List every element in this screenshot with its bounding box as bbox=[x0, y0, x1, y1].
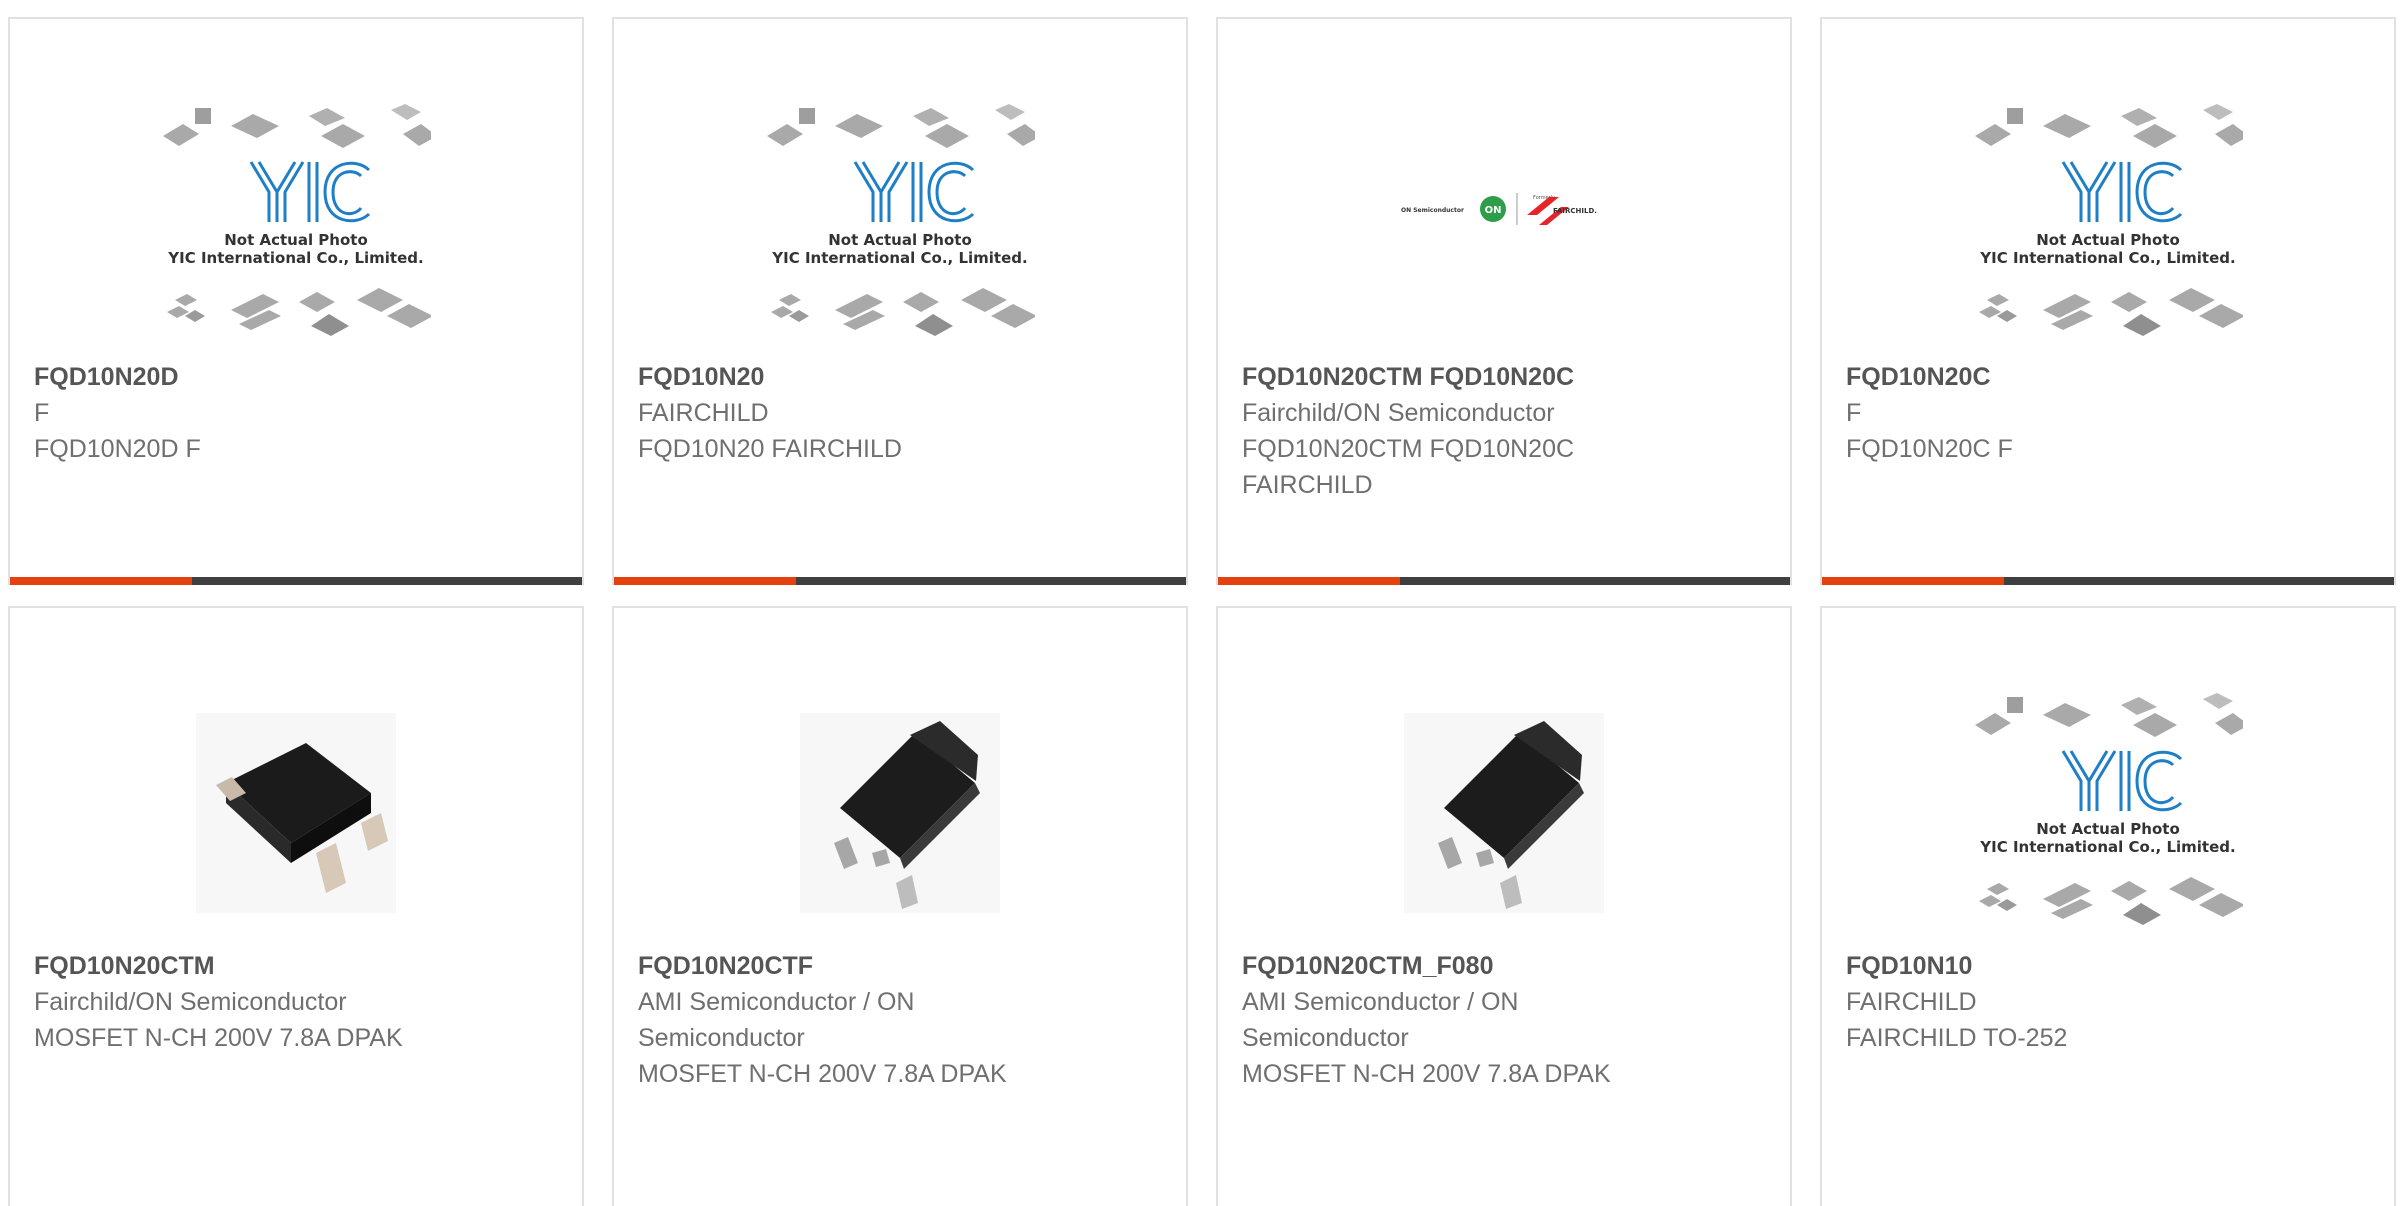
product-card[interactable]: ON Semiconductor ON Formerly FAIRCHILD. … bbox=[1216, 17, 1792, 585]
description-cont: FAIRCHILD bbox=[1242, 471, 1373, 499]
fairchild-text: FAIRCHILD. bbox=[1553, 207, 1597, 215]
product-image[interactable] bbox=[10, 678, 582, 948]
product-info: FQD10N20CTM Fairchild/ON Semiconductor M… bbox=[34, 948, 554, 1056]
product-image[interactable]: Not Actual Photo YIC International Co., … bbox=[1822, 678, 2394, 948]
product-info: FQD10N20C F FQD10N20C F bbox=[1846, 359, 2366, 467]
description: FAIRCHILD TO-252 bbox=[1846, 1024, 2068, 1052]
description: FQD10N20C F bbox=[1846, 435, 2013, 463]
placeholder-line2: YIC International Co., Limited. bbox=[771, 249, 1027, 267]
card-accent-bar bbox=[1822, 577, 2004, 585]
placeholder-line1: Not Actual Photo bbox=[2036, 820, 2180, 838]
part-number-link[interactable]: FQD10N20CTM bbox=[34, 948, 554, 984]
manufacturer: AMI Semiconductor / ON bbox=[1242, 988, 1519, 1016]
manufacturer-cont: Semiconductor bbox=[638, 1024, 805, 1052]
placeholder-line1: Not Actual Photo bbox=[828, 231, 972, 249]
card-bottom-bar bbox=[614, 577, 1186, 585]
part-number-link[interactable]: FQD10N20 bbox=[638, 359, 1158, 395]
product-card[interactable]: Not Actual Photo YIC International Co., … bbox=[1820, 17, 2396, 585]
yic-placeholder-icon: Not Actual Photo YIC International Co., … bbox=[765, 104, 1035, 344]
description: FQD10N20CTM FQD10N20C bbox=[1242, 435, 1575, 463]
dpak-chip-photo bbox=[1404, 713, 1604, 913]
product-info: FQD10N20CTF AMI Semiconductor / ON Semic… bbox=[638, 948, 1158, 1092]
part-number-link[interactable]: FQD10N20CTM FQD10N20C bbox=[1242, 359, 1762, 395]
manufacturer: Fairchild/ON Semiconductor bbox=[1242, 399, 1555, 427]
description: MOSFET N-CH 200V 7.8A DPAK bbox=[1242, 1060, 1611, 1088]
product-info: FQD10N20CTM FQD10N20C Fairchild/ON Semic… bbox=[1242, 359, 1762, 503]
product-info: FQD10N20 FAIRCHILD FQD10N20 FAIRCHILD bbox=[638, 359, 1158, 467]
on-semiconductor-text: ON Semiconductor bbox=[1401, 207, 1464, 214]
product-image[interactable]: Not Actual Photo YIC International Co., … bbox=[614, 89, 1186, 359]
placeholder-line2: YIC International Co., Limited. bbox=[1979, 838, 2235, 856]
product-card[interactable]: Not Actual Photo YIC International Co., … bbox=[8, 17, 584, 585]
part-number-link[interactable]: FQD10N20CTM_F080 bbox=[1242, 948, 1762, 984]
part-number-link[interactable]: FQD10N10 bbox=[1846, 948, 2366, 984]
description: FQD10N20 FAIRCHILD bbox=[638, 435, 902, 463]
product-card[interactable]: Not Actual Photo YIC International Co., … bbox=[1820, 606, 2396, 1206]
card-accent-bar bbox=[10, 577, 192, 585]
on-fairchild-logo: ON Semiconductor ON Formerly FAIRCHILD. bbox=[1401, 193, 1597, 225]
card-accent-bar bbox=[614, 577, 796, 585]
manufacturer: F bbox=[34, 399, 50, 427]
description: MOSFET N-CH 200V 7.8A DPAK bbox=[34, 1024, 403, 1052]
on-badge-text: ON bbox=[1485, 205, 1502, 216]
placeholder-line1: Not Actual Photo bbox=[224, 231, 368, 249]
product-info: FQD10N20D F FQD10N20D F bbox=[34, 359, 554, 467]
part-number-link[interactable]: FQD10N20D bbox=[34, 359, 554, 395]
manufacturer: F bbox=[1846, 399, 1862, 427]
product-info: FQD10N10 FAIRCHILD FAIRCHILD TO-252 bbox=[1846, 948, 2366, 1056]
dpak-chip-photo bbox=[196, 713, 396, 913]
product-image[interactable]: Not Actual Photo YIC International Co., … bbox=[1822, 89, 2394, 359]
card-accent-bar bbox=[1218, 577, 1400, 585]
placeholder-line2: YIC International Co., Limited. bbox=[1979, 249, 2235, 267]
placeholder-line2: YIC International Co., Limited. bbox=[167, 249, 423, 267]
product-image[interactable] bbox=[614, 678, 1186, 948]
card-bottom-bar bbox=[1822, 577, 2394, 585]
dpak-chip-photo bbox=[800, 713, 1000, 913]
part-number-link[interactable]: FQD10N20C bbox=[1846, 359, 2366, 395]
manufacturer-cont: Semiconductor bbox=[1242, 1024, 1409, 1052]
manufacturer: Fairchild/ON Semiconductor bbox=[34, 988, 347, 1016]
product-image[interactable] bbox=[1218, 678, 1790, 948]
card-bottom-bar bbox=[10, 577, 582, 585]
description: MOSFET N-CH 200V 7.8A DPAK bbox=[638, 1060, 1007, 1088]
yic-placeholder-icon: Not Actual Photo YIC International Co., … bbox=[161, 104, 431, 344]
product-card[interactable]: FQD10N20CTF AMI Semiconductor / ON Semic… bbox=[612, 606, 1188, 1206]
manufacturer: FAIRCHILD bbox=[638, 399, 769, 427]
manufacturer: AMI Semiconductor / ON bbox=[638, 988, 915, 1016]
yic-placeholder-icon: Not Actual Photo YIC International Co., … bbox=[1973, 693, 2243, 933]
card-bottom-bar bbox=[1218, 577, 1790, 585]
placeholder-line1: Not Actual Photo bbox=[2036, 231, 2180, 249]
description: FQD10N20D F bbox=[34, 435, 201, 463]
product-info: FQD10N20CTM_F080 AMI Semiconductor / ON … bbox=[1242, 948, 1762, 1092]
manufacturer: FAIRCHILD bbox=[1846, 988, 1977, 1016]
product-image[interactable]: ON Semiconductor ON Formerly FAIRCHILD. bbox=[1218, 179, 1790, 239]
product-card[interactable]: FQD10N20CTM_F080 AMI Semiconductor / ON … bbox=[1216, 606, 1792, 1206]
part-number-link[interactable]: FQD10N20CTF bbox=[638, 948, 1158, 984]
product-image[interactable]: Not Actual Photo YIC International Co., … bbox=[10, 89, 582, 359]
product-card[interactable]: Not Actual Photo YIC International Co., … bbox=[612, 17, 1188, 585]
yic-placeholder-icon: Not Actual Photo YIC International Co., … bbox=[1973, 104, 2243, 344]
product-card[interactable]: FQD10N20CTM Fairchild/ON Semiconductor M… bbox=[8, 606, 584, 1206]
